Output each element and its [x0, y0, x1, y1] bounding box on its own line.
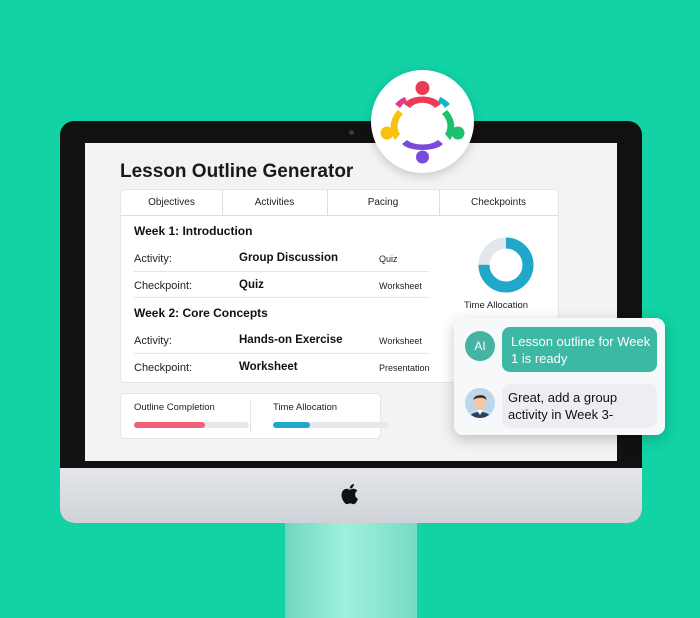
row-label: Checkpoint: — [134, 280, 193, 292]
tab-checkpoints[interactable]: Checkpoints — [439, 190, 558, 215]
apple-logo-icon — [341, 483, 358, 505]
row-divider — [134, 271, 429, 272]
row-divider — [134, 353, 429, 354]
tab-pacing[interactable]: Pacing — [327, 190, 440, 215]
activity-value: Group Discussion — [239, 252, 339, 264]
tab-objectives[interactable]: Objectives — [121, 190, 223, 215]
row-label: Checkpoint: — [134, 362, 193, 374]
row-tag: Worksheet — [379, 336, 422, 346]
time-allocation-donut — [478, 237, 534, 293]
user-avatar — [465, 388, 495, 418]
user-avatar-icon — [465, 388, 495, 418]
tab-activities[interactable]: Activities — [222, 190, 328, 215]
time-allocation-bar — [273, 422, 388, 428]
checkpoint-value: Quiz — [239, 279, 264, 291]
page-title: Lesson Outline Generator — [120, 161, 354, 182]
row-tag: Worksheet — [379, 281, 422, 291]
row-label: Activity: — [134, 253, 172, 265]
webcam — [349, 130, 354, 135]
tab-bar: Objectives Activities Pacing Checkpoints — [121, 190, 558, 216]
user-message-bubble: Great, add a group activity in Week 3- — [502, 384, 657, 428]
outline-completion-fill — [134, 422, 206, 428]
divider — [250, 400, 251, 432]
row-divider — [134, 297, 429, 298]
row-label: Activity: — [134, 335, 172, 347]
progress-card: Outline Completion Time Allocation — [121, 394, 388, 438]
ai-message-bubble: Lesson outline for Week 1 is ready — [502, 327, 657, 372]
week-1-heading: Week 1: Introduction — [134, 224, 253, 238]
chat-panel: AI Lesson outline for Week 1 is ready Gr… — [454, 318, 665, 435]
monitor-chin — [60, 468, 642, 523]
ai-avatar: AI — [465, 331, 495, 361]
checkpoint-value: Worksheet — [239, 361, 298, 373]
user-message-text: Great, add a group activity in Week 3- — [508, 390, 618, 422]
outline-completion-label: Outline Completion — [134, 402, 215, 413]
ai-message-text: Lesson outline for Week 1 is ready — [511, 334, 651, 366]
community-logo-badge — [371, 70, 474, 173]
time-allocation-fill — [273, 422, 310, 428]
row-tag: Quiz — [379, 254, 398, 264]
activity-value: Hands-on Exercise — [239, 334, 343, 346]
community-circle-logo-icon — [380, 81, 465, 164]
week-2-heading: Week 2: Core Concepts — [134, 306, 268, 320]
outline-completion-bar — [134, 422, 249, 428]
donut-label: Time Allocation — [464, 300, 529, 311]
row-tag: Presentation — [379, 363, 430, 373]
time-allocation-label: Time Allocation — [273, 402, 338, 413]
monitor-stand — [285, 518, 417, 618]
